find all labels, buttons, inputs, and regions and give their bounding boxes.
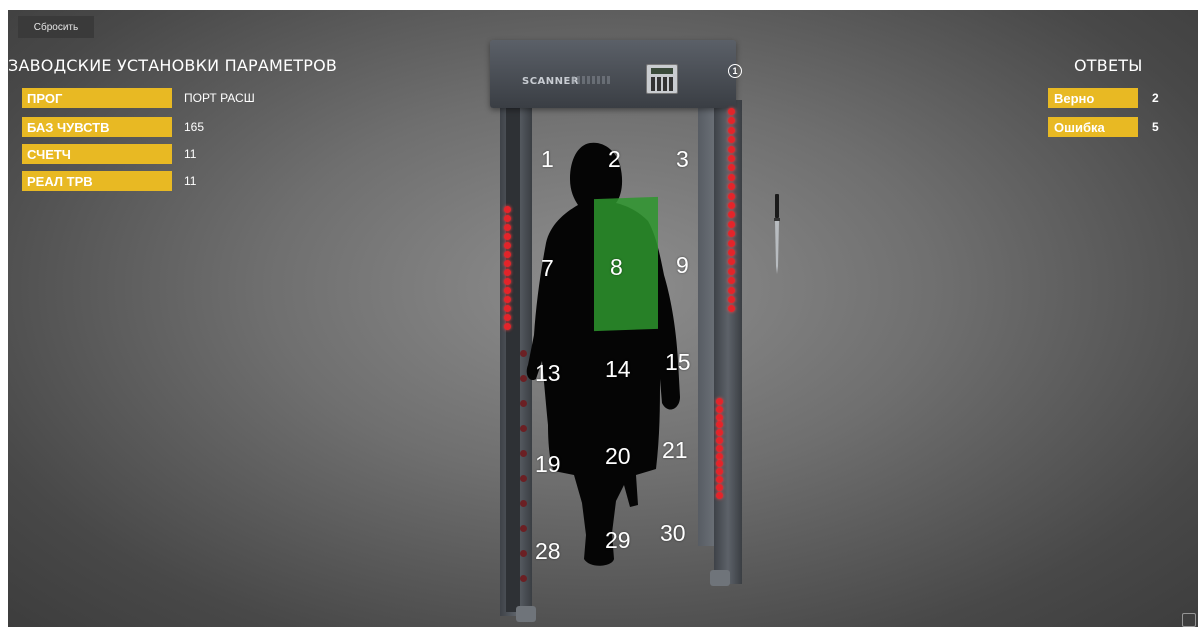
led-indicator <box>504 269 511 276</box>
answers-title: ОТВЕТЫ <box>1074 56 1143 75</box>
param-value: 11 <box>184 174 197 188</box>
settings-title: ЗАВОДСКИЕ УСТАНОВКИ ПАРАМЕТРОВ <box>8 56 338 75</box>
led-indicator <box>728 126 735 134</box>
led-indicator <box>728 155 735 162</box>
zone-19[interactable]: 19 <box>535 451 561 478</box>
led-indicator <box>716 491 723 499</box>
led-indicator <box>520 575 527 582</box>
control-panel-screen <box>651 68 673 74</box>
led-indicator <box>728 249 735 256</box>
param-value: ПОРТ РАСШ <box>184 91 255 105</box>
scanner-brand-subtext <box>572 76 612 84</box>
param-label: ПРОГ <box>22 88 172 108</box>
param-row: СЧЕТЧ <box>22 144 172 164</box>
fullscreen-icon[interactable] <box>1182 613 1196 627</box>
led-indicator <box>728 108 735 115</box>
zone-21[interactable]: 21 <box>662 437 688 464</box>
led-indicator <box>716 398 723 405</box>
answer-label-error: Ошибка <box>1048 117 1138 137</box>
answer-label-correct: Верно <box>1048 88 1138 108</box>
led-indicator <box>728 220 735 228</box>
led-indicator <box>728 296 735 303</box>
zone-7[interactable]: 7 <box>541 255 554 282</box>
answer-value-error: 5 <box>1152 120 1159 134</box>
zone-9[interactable]: 9 <box>676 252 689 279</box>
gate-right-foot <box>710 570 730 586</box>
param-value: 165 <box>184 120 205 134</box>
led-indicator <box>716 483 723 491</box>
control-panel-keypad[interactable] <box>651 77 675 91</box>
param-label: СЧЕТЧ <box>22 144 172 164</box>
led-indicator <box>504 305 511 312</box>
zone-14[interactable]: 14 <box>605 356 631 383</box>
param-label: БАЗ ЧУВСТВ <box>22 117 172 137</box>
gate-right-pillar <box>714 100 742 584</box>
param-row: РЕАЛ ТРВ <box>22 171 172 191</box>
zone-3[interactable]: 3 <box>676 146 689 173</box>
answer-value-correct: 2 <box>1152 91 1159 105</box>
led-indicator <box>728 267 735 275</box>
led-indicator <box>728 202 735 209</box>
param-row: БАЗ ЧУВСТВ <box>22 117 172 137</box>
led-indicator <box>504 242 511 249</box>
led-indicator <box>716 413 723 421</box>
led-indicator <box>504 314 511 321</box>
zone-1[interactable]: 1 <box>541 146 554 173</box>
knife-icon[interactable] <box>774 194 780 274</box>
zone-8[interactable]: 8 <box>610 254 623 281</box>
gate-left-foot <box>516 606 536 622</box>
led-indicator <box>504 224 511 231</box>
zone-13[interactable]: 13 <box>535 360 561 387</box>
scene-viewport: Сбросить ЗАВОДСКИЕ УСТАНОВКИ ПАРАМЕТРОВ … <box>8 10 1198 627</box>
gate-top-header: SCANNER 1 <box>490 40 742 108</box>
led-indicator <box>728 173 735 181</box>
scanner-brand: SCANNER <box>522 76 580 87</box>
gate-left-inner <box>506 108 520 612</box>
led-indicator <box>504 287 511 294</box>
param-label: РЕАЛ ТРВ <box>22 171 172 191</box>
led-indicator <box>716 452 723 460</box>
led-indicator <box>728 239 735 247</box>
info-icon[interactable]: 1 <box>728 64 742 78</box>
zone-28[interactable]: 28 <box>535 538 561 565</box>
led-indicator <box>504 251 511 258</box>
led-indicator <box>504 233 511 240</box>
led-indicator <box>716 476 723 483</box>
led-indicator <box>504 296 511 303</box>
param-row: ПРОГ <box>22 88 172 108</box>
control-panel[interactable] <box>646 64 678 94</box>
led-indicator <box>716 444 723 452</box>
led-indicator <box>728 145 735 153</box>
zone-2[interactable]: 2 <box>608 146 621 173</box>
led-indicator <box>716 405 723 413</box>
led-indicator <box>504 215 511 222</box>
zone-15[interactable]: 15 <box>665 349 691 376</box>
led-indicator <box>504 278 511 285</box>
param-value: 11 <box>184 147 197 161</box>
led-indicator <box>728 192 735 200</box>
led-indicator <box>504 206 511 213</box>
zone-20[interactable]: 20 <box>605 443 631 470</box>
led-indicator <box>504 323 511 330</box>
led-indicator <box>716 437 723 444</box>
zone-8-highlight[interactable] <box>594 196 658 332</box>
led-indicator <box>728 286 735 294</box>
reset-button[interactable]: Сбросить <box>18 16 94 38</box>
zone-29[interactable]: 29 <box>605 527 631 554</box>
zone-30[interactable]: 30 <box>660 520 686 547</box>
led-indicator <box>504 260 511 267</box>
